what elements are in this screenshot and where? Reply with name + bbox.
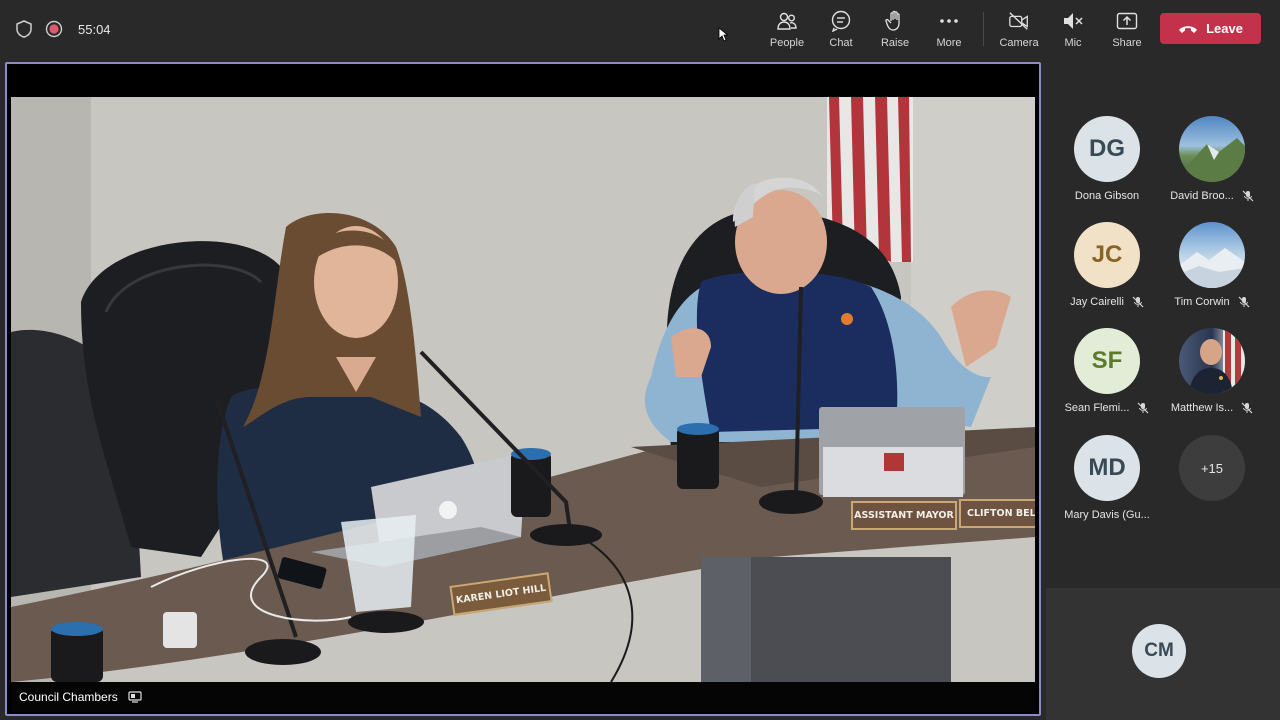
- participant-tile[interactable]: MD Mary Davis (Gu...: [1052, 435, 1162, 535]
- share-label: Share: [1112, 37, 1142, 49]
- share-icon: [1116, 10, 1138, 32]
- mic-muted-icon: [1137, 402, 1149, 414]
- avatar-photo: [1179, 116, 1245, 182]
- more-button[interactable]: More: [922, 0, 976, 58]
- more-icon: [938, 10, 960, 32]
- phone-hangup-icon: [1179, 25, 1198, 33]
- self-view-tile[interactable]: CM: [1046, 588, 1280, 720]
- toolbar-right: Camera Mic Share: [992, 0, 1154, 58]
- nameplate-center: ASSISTANT MAYOR: [851, 501, 957, 530]
- nameplate-right: CLIFTON BELC: [959, 499, 1035, 528]
- participant-name: Sean Flemi...: [1064, 402, 1130, 414]
- hand-icon: [884, 10, 906, 32]
- participant-tile[interactable]: DG Dona Gibson: [1052, 116, 1162, 216]
- avatar: MD: [1074, 435, 1140, 501]
- toolbar-divider: [983, 12, 984, 46]
- avatar: DG: [1074, 116, 1140, 182]
- avatar-photo: [1179, 222, 1245, 288]
- overflow-participants-button[interactable]: +15: [1157, 435, 1267, 535]
- meeting-timer: 55:04: [78, 21, 111, 37]
- chat-button[interactable]: Chat: [814, 0, 868, 58]
- participants-gallery: DG Dona Gibson David Broo... JC Jay Cair…: [1046, 58, 1280, 588]
- people-button[interactable]: People: [760, 0, 814, 58]
- participant-tile[interactable]: Matthew Is...: [1157, 328, 1267, 428]
- avatar-initials: JC: [1091, 241, 1123, 268]
- toolbar-left: People Chat Raise More: [760, 0, 976, 58]
- camera-button[interactable]: Camera: [992, 0, 1046, 58]
- shield-icon: [14, 19, 34, 39]
- avatar: SF: [1074, 328, 1140, 394]
- video-tile-label: Council Chambers: [19, 690, 142, 704]
- leave-label: Leave: [1206, 21, 1243, 36]
- chat-label: Chat: [829, 37, 853, 49]
- camera-off-icon: [1008, 10, 1030, 32]
- people-label: People: [769, 37, 805, 49]
- mic-label: Mic: [1064, 37, 1082, 49]
- avatar-initials: MD: [1088, 454, 1126, 481]
- room-name: Council Chambers: [19, 690, 118, 704]
- self-avatar: CM: [1132, 624, 1186, 678]
- overflow-count: +15: [1200, 460, 1224, 476]
- mouse-cursor-icon: [718, 27, 729, 47]
- mic-muted-icon: [1132, 296, 1144, 308]
- participant-tile[interactable]: David Broo...: [1157, 116, 1267, 216]
- avatar: JC: [1074, 222, 1140, 288]
- participant-tile[interactable]: JC Jay Cairelli: [1052, 222, 1162, 322]
- video-footer: [11, 682, 1035, 712]
- avatar-photo: [1179, 328, 1245, 394]
- nameplate-center-text: ASSISTANT MAYOR: [854, 510, 954, 521]
- participant-tile[interactable]: Tim Corwin: [1157, 222, 1267, 322]
- raise-label: Raise: [880, 37, 910, 49]
- overflow-count-badge: +15: [1179, 435, 1245, 501]
- leave-button[interactable]: Leave: [1160, 13, 1261, 44]
- more-label: More: [936, 37, 962, 49]
- participant-tile[interactable]: SF Sean Flemi...: [1052, 328, 1162, 428]
- mic-muted-icon: [1242, 190, 1254, 202]
- status-area: 55:04: [14, 17, 111, 41]
- chat-icon: [830, 10, 852, 32]
- participant-name: Tim Corwin: [1174, 296, 1230, 308]
- mic-muted-icon: [1062, 10, 1084, 32]
- mic-muted-icon: [1241, 402, 1253, 414]
- avatar-initials: SF: [1091, 347, 1123, 374]
- avatar-initials: DG: [1089, 135, 1125, 162]
- camera-label: Camera: [999, 37, 1039, 49]
- share-button[interactable]: Share: [1100, 0, 1154, 58]
- nameplate-left-text: KAREN LIOT HILL: [455, 582, 547, 606]
- participant-name: Mary Davis (Gu...: [1064, 509, 1150, 521]
- main-video-tile[interactable]: KAREN LIOT HILL ASSISTANT MAYOR CLIFTON …: [5, 62, 1041, 716]
- participant-name: Dona Gibson: [1074, 190, 1140, 202]
- raise-hand-button[interactable]: Raise: [868, 0, 922, 58]
- nameplate-right-text: CLIFTON BELC: [967, 508, 1035, 519]
- room-device-icon: [128, 690, 142, 704]
- self-initials: CM: [1144, 640, 1174, 661]
- mic-muted-icon: [1238, 296, 1250, 308]
- participant-name: Matthew Is...: [1170, 402, 1234, 414]
- recording-icon: [44, 19, 64, 39]
- participant-name: Jay Cairelli: [1070, 296, 1124, 308]
- meeting-header: 55:04 People Chat Raise More Camera Mic …: [0, 0, 1280, 58]
- video-feed: KAREN LIOT HILL ASSISTANT MAYOR CLIFTON …: [11, 97, 1035, 682]
- mic-button[interactable]: Mic: [1046, 0, 1100, 58]
- people-icon: [776, 10, 798, 32]
- participant-name: David Broo...: [1170, 190, 1234, 202]
